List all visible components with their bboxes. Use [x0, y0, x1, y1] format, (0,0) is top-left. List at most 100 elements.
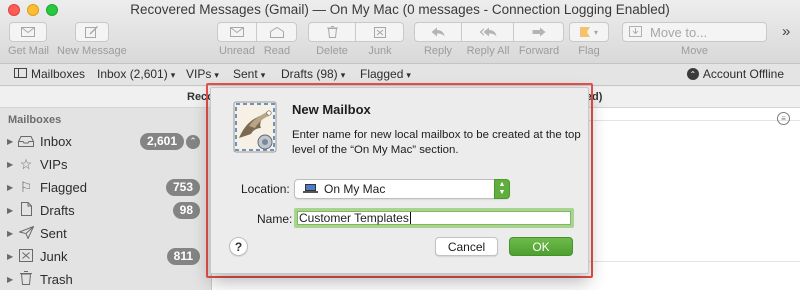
flag-label: Flag	[578, 45, 600, 57]
offline-icon: ⌃	[686, 68, 699, 80]
filter-icon[interactable]: ≡	[777, 112, 790, 125]
fav-sent[interactable]: Sent ▾	[233, 67, 265, 81]
delete-junk-segment	[308, 22, 404, 42]
mailbox-sidebar: Mailboxes ▶ Inbox 2,601 ⌃ ▶ ☆ VIPs ▶ ⚐ F…	[0, 108, 212, 290]
fav-inbox-label: Inbox (2,601)	[97, 67, 168, 81]
reply-arrow-icon[interactable]	[414, 22, 462, 42]
mailbox-name-value: Customer Templates	[299, 211, 409, 225]
forward-label: Forward	[518, 45, 560, 57]
chevron-down-icon: ▾	[340, 70, 346, 80]
popup-stepper-icon: ▲ ▼	[494, 179, 510, 199]
junk-label: Junk	[368, 45, 392, 57]
read-label: Read	[263, 45, 291, 57]
move-to-placeholder: Move to...	[650, 24, 708, 40]
read-icon[interactable]	[257, 22, 297, 42]
trash-icon	[16, 271, 36, 288]
compose-icon	[74, 22, 109, 42]
disclosure-triangle-icon[interactable]: ▶	[7, 229, 13, 238]
disclosure-triangle-icon[interactable]: ▶	[7, 160, 13, 169]
chevron-down-icon: ▾	[260, 70, 266, 80]
location-select[interactable]: On My Mac ▲ ▼	[294, 179, 510, 199]
junk-icon	[16, 248, 36, 265]
name-label: Name:	[257, 212, 293, 226]
disclosure-triangle-icon[interactable]: ▶	[7, 275, 13, 284]
sidebar-item-label: Flagged	[40, 180, 87, 195]
fav-flagged[interactable]: Flagged ▾	[360, 67, 411, 81]
sidebar-item-label: Trash	[40, 272, 73, 287]
sidebar-header: Mailboxes	[8, 114, 62, 126]
sidebar-item-label: Junk	[40, 249, 68, 264]
delete-junk-group: Delete Junk	[308, 22, 404, 57]
window-titlebar: Recovered Messages (Gmail) — On My Mac (…	[0, 0, 800, 64]
text-caret	[409, 212, 411, 224]
disclosure-triangle-icon[interactable]: ▶	[7, 252, 13, 261]
paper-plane-icon	[16, 225, 36, 242]
window-title: Recovered Messages (Gmail) — On My Mac (…	[130, 2, 670, 17]
chevron-down-icon: ▾	[170, 70, 176, 80]
reply-label: Reply	[423, 45, 453, 57]
help-button[interactable]: ?	[229, 237, 248, 256]
forward-arrow-icon[interactable]	[514, 22, 564, 42]
junk-bin-icon[interactable]	[356, 22, 404, 42]
flag-icon: ⚐	[19, 179, 33, 195]
move-to-control[interactable]: Move to... Move	[622, 22, 767, 57]
account-status[interactable]: ⌃ Account Offline	[686, 67, 784, 81]
trash-icon[interactable]	[308, 22, 356, 42]
mail-app-icon	[231, 98, 279, 154]
location-value: On My Mac	[324, 182, 386, 196]
mailbox-name-input[interactable]: Customer Templates	[294, 208, 574, 228]
sidebar-item-drafts[interactable]: ▶ Drafts 98	[0, 199, 212, 222]
sidebar-item-junk[interactable]: ▶ Junk 811	[0, 245, 212, 268]
fav-flagged-label: Flagged	[360, 67, 404, 81]
get-mail-button[interactable]: Get Mail	[8, 22, 49, 57]
disclosure-triangle-icon[interactable]: ▶	[7, 137, 13, 146]
sidebar-item-label: Inbox	[40, 134, 72, 149]
location-label: Location:	[241, 182, 290, 196]
fav-drafts[interactable]: Drafts (98) ▾	[281, 67, 345, 81]
new-message-button[interactable]: New Message	[57, 22, 127, 57]
flag-button[interactable]: ▾ Flag	[569, 22, 609, 57]
disclosure-triangle-icon[interactable]: ▶	[7, 183, 13, 192]
count-badge: 811	[166, 248, 200, 265]
unread-count-badge: 2,601	[139, 133, 184, 150]
fav-sent-label: Sent	[233, 67, 258, 81]
unread-label: Unread	[218, 45, 256, 57]
disclosure-triangle-icon[interactable]: ▶	[7, 206, 13, 215]
toolbar-overflow-button[interactable]: »	[782, 23, 790, 40]
chevron-down-icon: ▾	[214, 70, 219, 80]
reply-segment	[414, 22, 564, 42]
fav-inbox[interactable]: Inbox (2,601) ▾	[97, 67, 175, 81]
move-to-popup[interactable]: Move to...	[622, 22, 767, 42]
sidebar-item-flagged[interactable]: ▶ ⚐ Flagged 753	[0, 176, 212, 199]
sidebar-toggle-icon	[14, 67, 27, 81]
sidebar-item-label: Sent	[40, 226, 67, 241]
sidebar-item-sent[interactable]: ▶ Sent	[0, 222, 212, 245]
ok-button[interactable]: OK	[509, 237, 573, 256]
count-badge: 753	[165, 179, 200, 196]
dialog-title: New Mailbox	[292, 102, 371, 117]
new-message-label: New Message	[57, 45, 127, 57]
fav-vips[interactable]: VIPs ▾	[186, 67, 219, 81]
get-mail-label: Get Mail	[8, 45, 49, 57]
laptop-icon	[303, 184, 318, 194]
cancel-button[interactable]: Cancel	[435, 237, 498, 256]
move-label: Move	[681, 45, 708, 57]
sidebar-item-vips[interactable]: ▶ ☆ VIPs	[0, 153, 212, 176]
new-mailbox-dialog: New Mailbox Enter name for new local mai…	[210, 87, 589, 274]
reply-group: Reply Reply All Forward	[414, 22, 564, 57]
mailboxes-label: Mailboxes	[31, 67, 86, 81]
sidebar-item-inbox[interactable]: ▶ Inbox 2,601 ⌃	[0, 130, 212, 153]
activity-icon: ⌃	[186, 134, 200, 149]
unread-read-group: Unread Read	[217, 22, 297, 57]
move-tray-icon	[629, 25, 642, 40]
reply-all-arrow-icon[interactable]	[462, 22, 514, 42]
document-icon	[16, 202, 36, 219]
dialog-message: Enter name for new local mailbox to be c…	[292, 129, 581, 156]
inbox-icon	[16, 134, 36, 150]
count-badge: 98	[172, 202, 200, 219]
sidebar-item-trash[interactable]: ▶ Trash	[0, 268, 212, 290]
reply-all-label: Reply All	[466, 45, 510, 57]
unread-icon[interactable]	[217, 22, 257, 42]
fav-vips-label: VIPs	[186, 67, 212, 81]
mailboxes-toggle[interactable]: Mailboxes	[14, 67, 85, 81]
